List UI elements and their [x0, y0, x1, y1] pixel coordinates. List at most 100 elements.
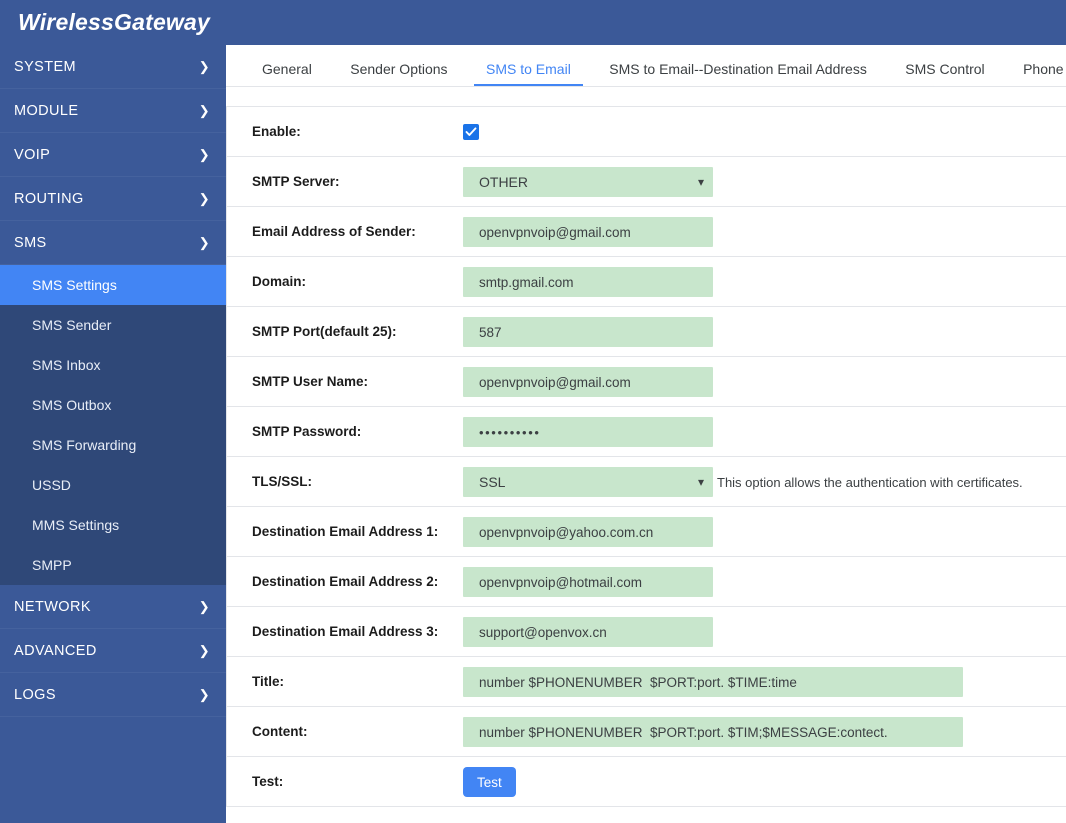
- dest-email-3-control: [463, 607, 713, 657]
- tab-sms-control[interactable]: SMS Control: [893, 45, 996, 86]
- form-row-smtp-port: SMTP Port(default 25):: [227, 307, 1066, 357]
- form-row-smtp-user: SMTP User Name:: [227, 357, 1066, 407]
- sidebar-item-label: SMS: [14, 235, 47, 251]
- sidebar-subitem-label: MMS Settings: [32, 517, 120, 533]
- sidebar-item-sms-inbox[interactable]: SMS Inbox: [0, 345, 226, 385]
- title-input[interactable]: [463, 667, 963, 697]
- smtp-server-label: SMTP Server:: [252, 174, 340, 189]
- sidebar-item-network[interactable]: NETWORK ❯: [0, 585, 226, 629]
- sidebar-item-label: VOIP: [14, 147, 51, 163]
- tls-ssl-value: SSL: [479, 474, 506, 490]
- sender-email-input[interactable]: [463, 217, 713, 247]
- smtp-password-input[interactable]: [463, 417, 713, 447]
- smtp-password-control: [463, 407, 713, 457]
- tls-ssl-control: SSL ▾ This option allows the authenticat…: [463, 457, 1023, 507]
- sidebar-item-routing[interactable]: ROUTING ❯: [0, 177, 226, 221]
- sidebar-item-logs[interactable]: LOGS ❯: [0, 673, 226, 717]
- sidebar-item-module[interactable]: MODULE ❯: [0, 89, 226, 133]
- chevron-right-icon: ❯: [198, 599, 210, 614]
- form-row-dest-email-1: Destination Email Address 1:: [227, 507, 1066, 557]
- smtp-user-control: [463, 357, 713, 407]
- content-label: Content:: [252, 724, 308, 739]
- sidebar-subitem-label: SMPP: [32, 557, 72, 573]
- sidebar-item-ussd[interactable]: USSD: [0, 465, 226, 505]
- sidebar: SYSTEM ❯ MODULE ❯ VOIP ❯ ROUTING ❯ SMS ❯…: [0, 45, 226, 823]
- page-root: WirelessGateway SYSTEM ❯ MODULE ❯ VOIP ❯…: [0, 0, 1066, 823]
- tab-bar: General Sender Options SMS to Email SMS …: [226, 45, 1066, 87]
- tab-sender-options[interactable]: Sender Options: [338, 45, 459, 86]
- tab-phone-number-query[interactable]: Phone Number Query: [1011, 45, 1066, 86]
- chevron-down-icon: ❯: [198, 235, 210, 250]
- smtp-server-value: OTHER: [479, 174, 528, 190]
- sidebar-item-label: ADVANCED: [14, 643, 97, 659]
- sidebar-item-mms-settings[interactable]: MMS Settings: [0, 505, 226, 545]
- dest-email-2-label: Destination Email Address 2:: [252, 574, 439, 589]
- brand-title: WirelessGateway: [18, 9, 211, 35]
- smtp-port-input[interactable]: [463, 317, 713, 347]
- tls-ssl-label: TLS/SSL:: [252, 474, 312, 489]
- sidebar-item-label: LOGS: [14, 687, 56, 703]
- sidebar-item-sms-forwarding[interactable]: SMS Forwarding: [0, 425, 226, 465]
- dest-email-1-input[interactable]: [463, 517, 713, 547]
- form-row-content: Content:: [227, 707, 1066, 757]
- sidebar-item-sms-settings[interactable]: SMS Settings: [0, 265, 226, 305]
- sidebar-item-advanced[interactable]: ADVANCED ❯: [0, 629, 226, 673]
- sidebar-subitem-label: USSD: [32, 477, 71, 493]
- form-row-title: Title:: [227, 657, 1066, 707]
- sender-email-control: [463, 207, 713, 257]
- sidebar-item-system[interactable]: SYSTEM ❯: [0, 45, 226, 89]
- form-row-tls-ssl: TLS/SSL: SSL ▾ This option allows the au…: [227, 457, 1066, 507]
- domain-control: [463, 257, 713, 307]
- sidebar-item-sms-outbox[interactable]: SMS Outbox: [0, 385, 226, 425]
- enable-control: [463, 107, 479, 157]
- app-header: WirelessGateway: [0, 0, 1066, 45]
- check-icon: [465, 127, 477, 136]
- chevron-right-icon: ❯: [198, 103, 210, 118]
- smtp-user-input[interactable]: [463, 367, 713, 397]
- chevron-right-icon: ❯: [198, 191, 210, 206]
- tab-general[interactable]: General: [250, 45, 324, 86]
- enable-label: Enable:: [252, 124, 301, 139]
- chevron-down-icon: ▾: [697, 475, 704, 489]
- form-row-domain: Domain:: [227, 257, 1066, 307]
- sms-submenu: SMS Settings SMS Sender SMS Inbox SMS Ou…: [0, 265, 226, 585]
- sidebar-subitem-label: SMS Settings: [32, 277, 117, 293]
- tls-ssl-select[interactable]: SSL ▾: [463, 467, 713, 497]
- sidebar-item-label: MODULE: [14, 103, 79, 119]
- tls-ssl-hint: This option allows the authentication wi…: [717, 474, 1023, 490]
- form-row-enable: Enable:: [227, 107, 1066, 157]
- smtp-server-control: OTHER ▾: [463, 157, 713, 207]
- chevron-right-icon: ❯: [198, 147, 210, 162]
- chevron-right-icon: ❯: [198, 687, 210, 702]
- dest-email-1-control: [463, 507, 713, 557]
- tab-sms-to-email-destination-email-address[interactable]: SMS to Email--Destination Email Address: [597, 45, 879, 86]
- sidebar-item-label: NETWORK: [14, 599, 91, 615]
- form-row-smtp-password: SMTP Password:: [227, 407, 1066, 457]
- sidebar-item-sms[interactable]: SMS ❯: [0, 221, 226, 265]
- form-row-smtp-server: SMTP Server: OTHER ▾: [227, 157, 1066, 207]
- test-control: Test: [463, 757, 516, 807]
- test-button[interactable]: Test: [463, 767, 516, 797]
- title-label: Title:: [252, 674, 285, 689]
- sidebar-subitem-label: SMS Sender: [32, 317, 112, 333]
- dest-email-2-control: [463, 557, 713, 607]
- dest-email-2-input[interactable]: [463, 567, 713, 597]
- sidebar-item-voip[interactable]: VOIP ❯: [0, 133, 226, 177]
- main-content: General Sender Options SMS to Email SMS …: [226, 45, 1066, 823]
- sidebar-item-sms-sender[interactable]: SMS Sender: [0, 305, 226, 345]
- sms-to-email-form: Enable: SMTP Server: OTHER ▾ Email Addre…: [226, 106, 1066, 807]
- domain-input[interactable]: [463, 267, 713, 297]
- sidebar-item-label: SYSTEM: [14, 59, 77, 75]
- content-input[interactable]: [463, 717, 963, 747]
- tab-sms-to-email[interactable]: SMS to Email: [474, 45, 583, 86]
- smtp-user-label: SMTP User Name:: [252, 374, 369, 389]
- enable-checkbox[interactable]: [463, 124, 479, 140]
- smtp-server-select[interactable]: OTHER ▾: [463, 167, 713, 197]
- sidebar-subitem-label: SMS Inbox: [32, 357, 101, 373]
- form-row-dest-email-3: Destination Email Address 3:: [227, 607, 1066, 657]
- content-control: [463, 707, 963, 757]
- dest-email-3-input[interactable]: [463, 617, 713, 647]
- chevron-down-icon: ▾: [697, 175, 704, 189]
- domain-label: Domain:: [252, 274, 306, 289]
- sidebar-item-smpp[interactable]: SMPP: [0, 545, 226, 585]
